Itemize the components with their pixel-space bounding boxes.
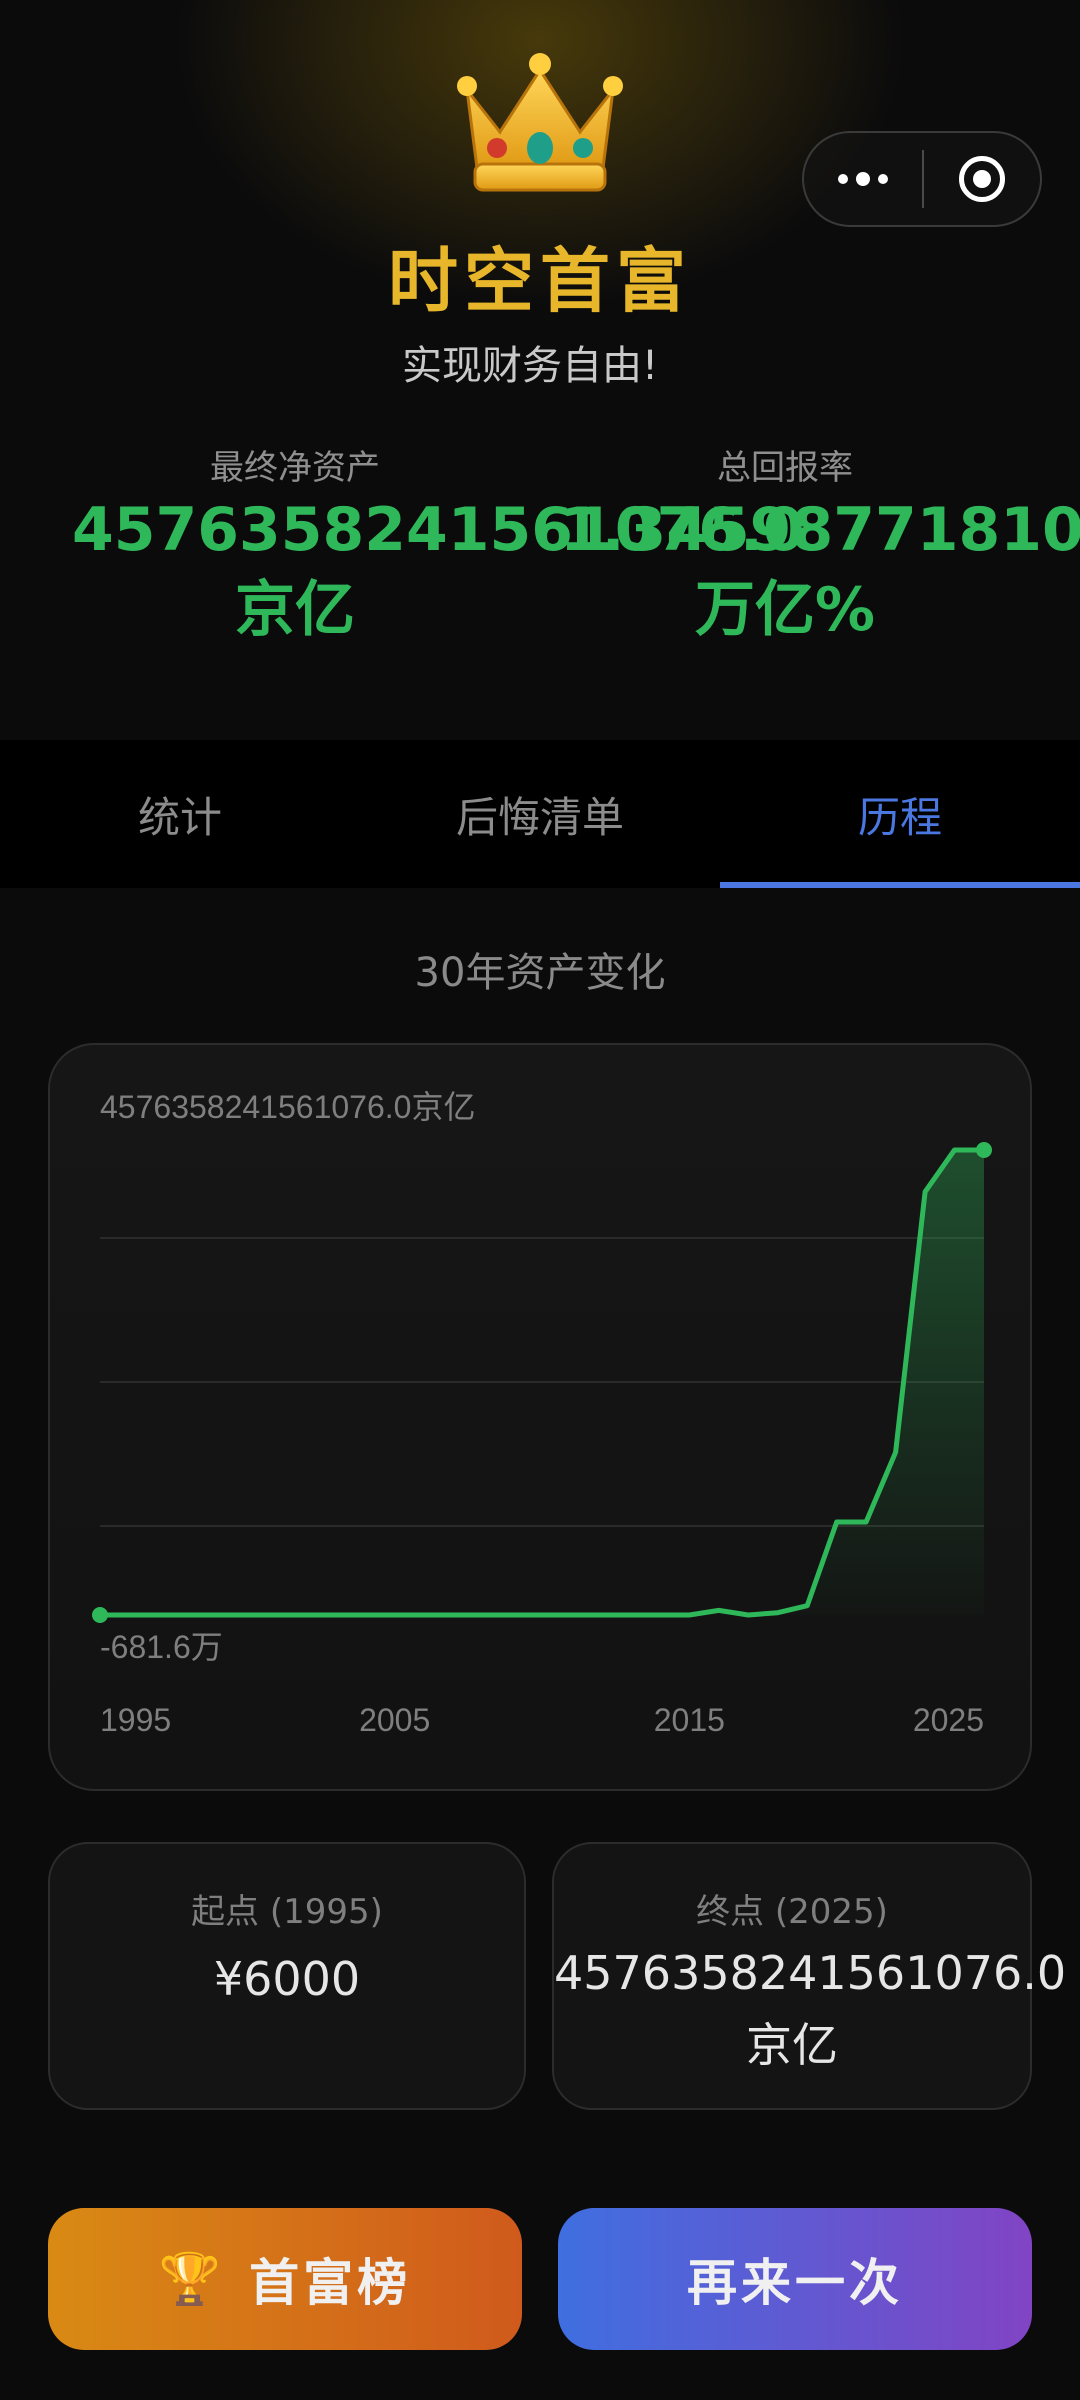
start-point-value: ¥6000 — [213, 1952, 361, 2006]
tab-history[interactable]: 历程 — [720, 740, 1080, 888]
target-icon — [959, 156, 1005, 202]
tab-stats[interactable]: 统计 — [0, 740, 360, 888]
end-point-value: 4576358241561076.0 — [554, 1946, 1067, 2000]
close-miniprogram-button[interactable] — [924, 156, 1040, 202]
asset-chart: 4576358241561076.0京亿 -681.6万 1995 2005 201… — [92, 1089, 992, 1738]
app-title: 时空首富 — [388, 240, 692, 322]
rich-list-label: 首富榜 — [249, 2254, 412, 2312]
net-assets-unit: 京亿 — [235, 575, 355, 645]
x-tick-label: 2015 — [654, 1702, 725, 1738]
play-again-label: 再来一次 — [687, 2254, 903, 2312]
tab-regret-list[interactable]: 后悔清单 — [360, 740, 720, 888]
start-point-marker — [92, 1607, 108, 1623]
tab-bar: 统计 后悔清单 历程 — [0, 740, 1080, 888]
rich-list-button[interactable]: 🏆 首富榜 — [48, 2208, 522, 2350]
net-assets-label: 最终净资产 — [210, 448, 380, 488]
end-point-unit: 京亿 — [746, 2018, 838, 2072]
section-title: 30年资产变化 — [414, 950, 666, 996]
play-again-button[interactable]: 再来一次 — [558, 2208, 1032, 2350]
mini-program-capsule — [802, 131, 1042, 227]
x-tick-label: 2005 — [359, 1702, 430, 1738]
more-menu-button[interactable] — [804, 133, 922, 225]
crown-icon — [457, 53, 623, 192]
end-point-card: 终点 (2025) 4576358241561076.0 京亿 — [552, 1842, 1067, 2110]
asset-chart-card: 4576358241561076.0京亿 -681.6万 1995 2005 201… — [48, 1043, 1032, 1791]
start-point-card: 起点 (1995) ¥6000 — [48, 1842, 526, 2110]
trophy-icon: 🏆 — [158, 2249, 226, 2308]
dot-icon — [838, 174, 848, 184]
y-min-label: -681.6万 — [100, 1629, 223, 1665]
x-tick-label: 1995 — [100, 1702, 171, 1738]
total-return-unit: 万亿% — [694, 575, 876, 645]
start-point-label: 起点 (1995) — [191, 1892, 383, 1932]
dot-icon — [878, 174, 888, 184]
dot-icon — [856, 172, 870, 186]
page: 时空首富 实现财务自由! 最终净资产 4576358241561076.0 京亿… — [0, 0, 1080, 2400]
total-return-label: 总回报率 — [717, 448, 853, 488]
y-max-label: 4576358241561076.0京亿 — [100, 1089, 475, 1125]
total-return-value: 1.3459877181061990 — [560, 495, 1080, 565]
x-tick-label: 2025 — [913, 1702, 984, 1738]
app-subtitle: 实现财务自由! — [401, 343, 659, 389]
end-point-marker — [976, 1142, 992, 1158]
end-point-label: 终点 (2025) — [696, 1892, 888, 1932]
